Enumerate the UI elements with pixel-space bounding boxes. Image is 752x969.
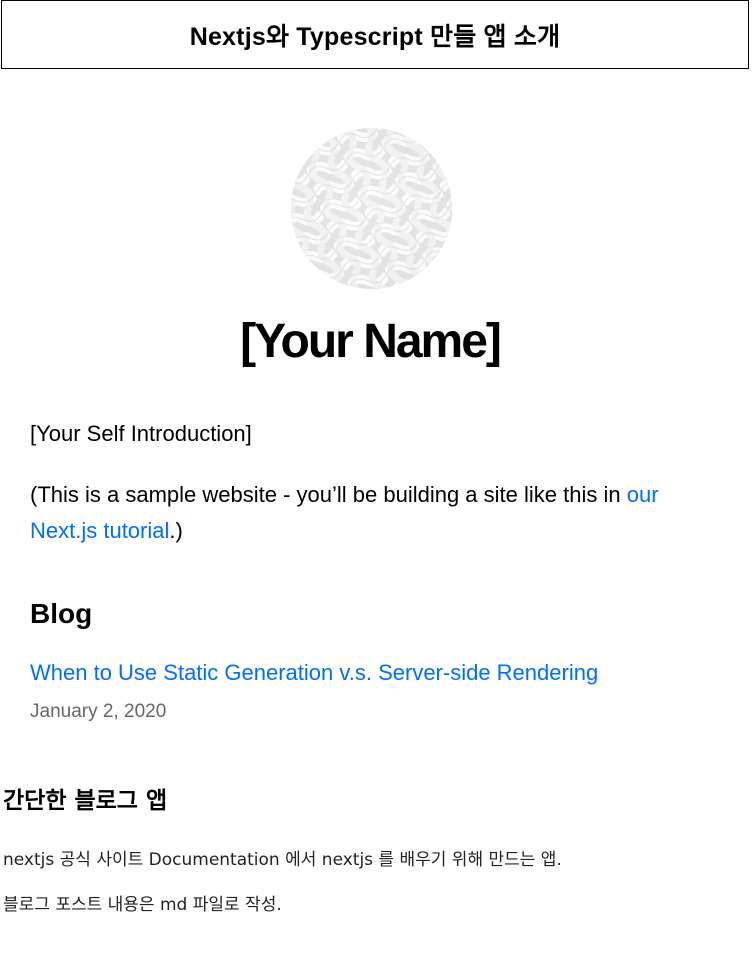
about-heading: 간단한 블로그 앱 [3,788,168,814]
blog-post-link[interactable]: When to Use Static Generation v.s. Serve… [30,658,598,688]
woven-pattern-avatar-icon [291,128,452,289]
blog-heading: Blog [30,598,93,629]
sample-notice: (This is a sample website - you’ll be bu… [30,477,720,549]
sample-notice-suffix: .) [169,518,183,543]
banner-title: Nextjs와 Typescript 만들 앱 소개 [189,22,561,51]
self-introduction: [Your Self Introduction] [30,421,252,446]
blog-post-date: January 2, 2020 [30,701,167,722]
about-description-line-2: 블로그 포스트 내용은 md 파일로 작성. [3,895,282,915]
sample-notice-prefix: (This is a sample website - you’ll be bu… [30,482,627,507]
profile-avatar [291,128,452,289]
about-description-line-1: nextjs 공식 사이트 Documentation 에서 nextjs 를 … [3,850,562,870]
page-banner: Nextjs와 Typescript 만들 앱 소개 [1,0,749,69]
profile-name: [Your Name] [240,315,502,368]
